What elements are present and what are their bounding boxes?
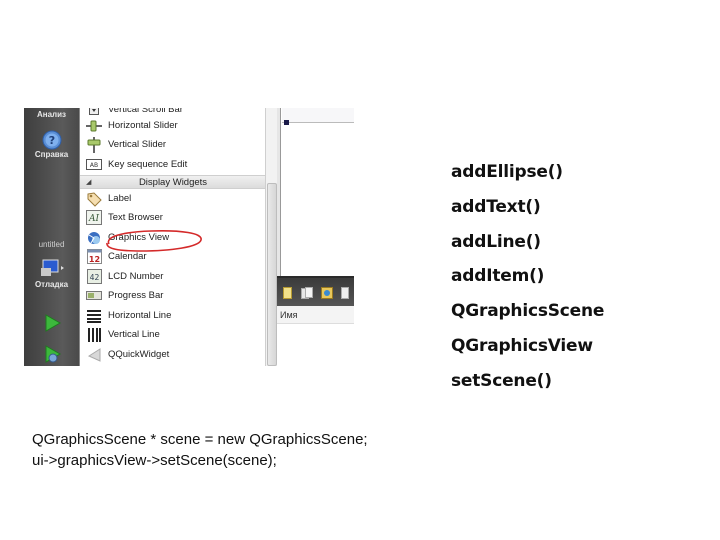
form-canvas[interactable] [282,108,354,276]
widget-item-label: QQuickWidget [108,349,170,361]
run-icon [45,314,61,332]
qt-designer-screenshot: Анализ ? Справка untitled Отладка Vertic… [24,108,354,366]
project-selector[interactable]: untitled [24,240,79,249]
widget-item-graphics-view[interactable]: Graphics View [80,228,266,248]
project-name: untitled [38,240,65,249]
collapse-triangle-icon: ◢ [86,179,92,186]
mode-sidebar: Анализ ? Справка untitled Отладка [24,108,79,366]
api-item: addItem() [451,266,545,287]
help-icon: ? [42,130,61,150]
code-line: ui->graphicsView->setScene(scene); [32,452,277,469]
calendar-icon: 12 [86,249,102,265]
text-browser-icon: AI [86,210,102,226]
debug-monitor-icon [40,259,64,276]
mode-debug[interactable]: Отладка [24,258,79,289]
graphics-view-icon [86,230,102,246]
form-border [282,122,354,123]
widget-item[interactable]: Vertical Line [80,325,266,345]
mode-analyze[interactable]: Анализ [24,110,79,119]
widget-item-label: Horizontal Line [108,310,172,322]
svg-text:?: ? [48,134,54,147]
widget-item-label: Horizontal Slider [108,120,178,132]
widget-item[interactable]: AB Key sequence Edit [80,155,266,175]
copy-icon[interactable] [301,287,313,299]
widget-item-label: Vertical Line [108,329,160,341]
svg-text:42: 42 [89,273,99,282]
widget-item-label: Graphics View [108,232,170,244]
api-list: addEllipse() addText() addLine() addItem… [451,155,604,399]
run-button[interactable] [24,313,79,333]
widget-item[interactable]: 12 Calendar [80,247,266,267]
progress-bar-icon [86,288,102,304]
api-item: setScene() [451,370,552,391]
horizontal-slider-icon [86,118,102,134]
scrollbar-thumb[interactable] [267,183,277,366]
object-panel: Имя [277,276,354,366]
key-sequence-icon: AB [86,157,102,173]
api-item: QGraphicsScene [451,301,605,322]
widget-item[interactable]: Progress Bar [80,286,266,306]
mode-analyze-label: Анализ [36,110,67,119]
svg-text:AB: AB [90,162,98,169]
widget-item-label: Label [108,193,132,205]
svg-text:12: 12 [88,255,99,264]
api-item: QGraphicsView [451,335,593,356]
resource-icon[interactable] [321,287,333,299]
more-icon[interactable] [341,287,349,299]
widget-item[interactable]: 42 LCD Number [80,267,266,287]
widget-item-label: Key sequence Edit [108,159,188,171]
lcd-number-icon: 42 [86,269,102,285]
vertical-slider-icon [86,136,102,153]
widget-item-label: LCD Number [108,271,164,283]
code-line: QGraphicsScene * scene = new QGraphicsSc… [32,431,368,448]
widget-item-label: Calendar [108,251,147,263]
widget-box: Vertical Scroll Bar Horizontal Slider Ve… [79,108,266,366]
widget-item-label: Progress Bar [108,290,164,302]
api-item: addLine() [451,231,541,252]
widget-item-label: Text Browser [108,212,163,224]
mode-debug-label: Отладка [34,280,69,289]
widget-box-scrollbar[interactable] [265,108,277,366]
label-tag-icon [86,191,102,207]
api-item: addText() [451,196,541,217]
mode-help[interactable]: ? Справка [24,130,79,159]
widget-item[interactable]: Label [80,189,266,209]
widget-item[interactable]: Horizontal Line [80,306,266,326]
widget-item-label: Vertical Scroll Bar [108,108,183,116]
new-file-icon[interactable] [283,287,292,299]
widget-item[interactable]: AI Text Browser [80,208,266,228]
category-label: Display Widgets [138,177,208,188]
widget-item-label: Vertical Slider [108,139,167,151]
svg-text:AI: AI [88,214,99,224]
category-display-widgets[interactable]: ◢ Display Widgets [80,175,266,189]
widget-item[interactable]: Vertical Slider [80,135,266,155]
api-item: addEllipse() [451,162,563,182]
widget-item[interactable]: Horizontal Slider [80,116,266,136]
debug-run-button[interactable] [24,344,79,366]
selection-handle[interactable] [284,120,289,125]
mode-help-label: Справка [34,150,69,159]
code-snippet: QGraphicsScene * scene = new QGraphicsSc… [32,429,368,471]
panel-toolbar [277,276,354,306]
debug-run-icon [45,345,61,363]
vertical-line-icon [86,327,102,343]
column-header-name[interactable]: Имя [277,306,354,324]
quick-widget-icon [86,347,102,363]
widget-item[interactable]: QQuickWidget [80,345,266,365]
horizontal-line-icon [86,308,102,324]
